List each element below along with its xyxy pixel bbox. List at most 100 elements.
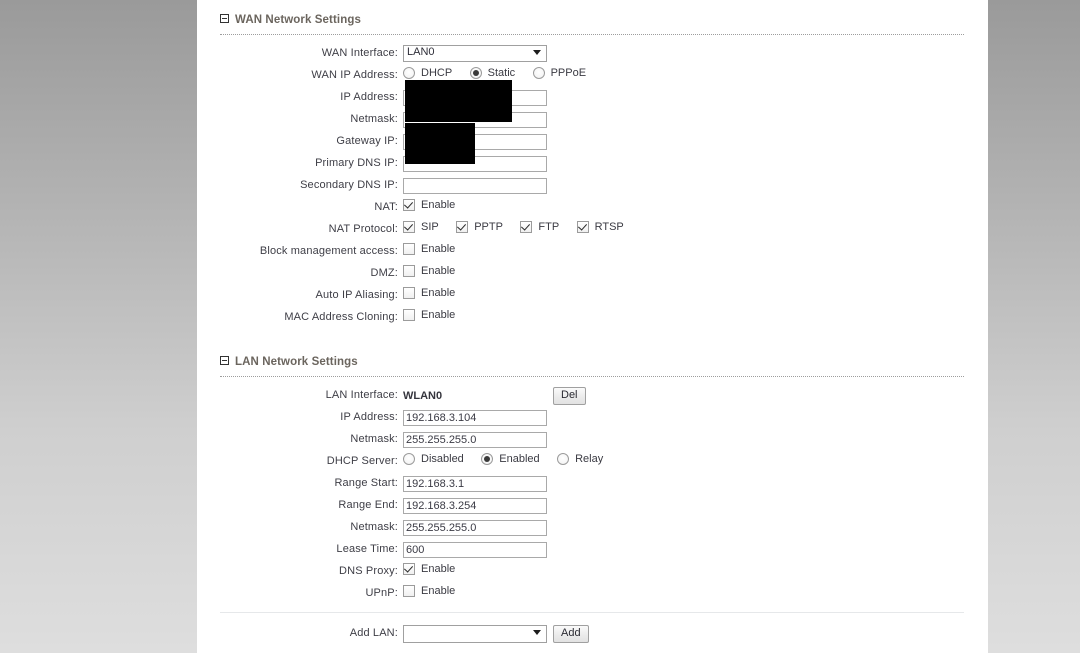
field-nat-protocol: SIP PPTP FTP RTSP (403, 220, 624, 238)
radio-option-dhcp[interactable]: DHCP (403, 67, 452, 79)
label-gateway-ip: Gateway IP: (336, 135, 398, 147)
checkbox-label-upnp: Enable (421, 585, 456, 597)
checkbox-pptp-icon[interactable] (456, 221, 469, 233)
radio-option-dhcp-relay[interactable]: Relay (557, 453, 603, 465)
radio-option-static[interactable]: Static (469, 67, 516, 79)
label-primary-dns-ip: Primary DNS IP: (315, 157, 398, 169)
label-wan-netmask: Netmask: (350, 113, 398, 125)
label-range-end: Range End: (338, 499, 398, 511)
checkbox-label-sip: SIP (421, 221, 439, 233)
field-mac-address-cloning: Enable (403, 308, 455, 326)
row-auto-ip-aliasing: Auto IP Aliasing: Enable (197, 284, 988, 306)
checkbox-block-management-access-icon[interactable] (403, 243, 415, 255)
label-lan-interface: LAN Interface: (325, 389, 398, 401)
row-wan-netmask: Netmask: (197, 108, 988, 130)
field-lan-ip-address (403, 408, 547, 426)
label-mac-address-cloning: MAC Address Cloning: (284, 311, 398, 323)
field-dhcp-server: Disabled Enabled Relay (403, 452, 603, 470)
radio-static-icon[interactable] (469, 67, 482, 79)
secondary-dns-ip-input[interactable] (403, 178, 547, 194)
checkbox-sip-icon[interactable] (403, 221, 415, 233)
row-dhcp-netmask: Netmask: (197, 516, 988, 538)
settings-page: WAN Network Settings WAN Interface: LAN0… (197, 0, 988, 653)
field-range-start (403, 474, 547, 492)
checkbox-option-pptp[interactable]: PPTP (456, 221, 503, 233)
radio-option-pppoe[interactable]: PPPoE (532, 67, 586, 79)
add-lan-button[interactable]: Add (553, 625, 589, 643)
dhcp-netmask-input[interactable] (403, 520, 547, 536)
checkbox-option-ftp[interactable]: FTP (520, 221, 559, 233)
add-lan-select[interactable] (403, 624, 547, 643)
label-secondary-dns-ip: Secondary DNS IP: (300, 179, 398, 191)
field-dns-proxy: Enable (403, 562, 455, 580)
field-add-lan-button: Add (553, 623, 589, 643)
checkbox-upnp-icon[interactable] (403, 585, 415, 597)
row-upnp: UPnP: Enable (197, 582, 988, 604)
field-secondary-dns-ip (403, 176, 547, 194)
checkbox-rtsp-icon[interactable] (576, 221, 589, 233)
label-dns-proxy: DNS Proxy: (339, 565, 398, 577)
checkbox-label-mac-address-cloning: Enable (421, 309, 456, 321)
row-lan-ip-address: IP Address: (197, 406, 988, 428)
checkbox-option-upnp[interactable]: Enable (403, 585, 455, 597)
label-dhcp-server: DHCP Server: (326, 455, 398, 467)
row-dmz: DMZ: Enable (197, 262, 988, 284)
checkbox-label-auto-ip-aliasing: Enable (421, 287, 456, 299)
label-add-lan: Add LAN: (349, 627, 398, 639)
row-primary-dns-ip: Primary DNS IP: (197, 152, 988, 174)
wan-interface-select-wrap[interactable]: LAN0 (403, 44, 547, 63)
lan-netmask-input[interactable] (403, 432, 547, 448)
radio-option-dhcp-disabled[interactable]: Disabled (403, 453, 464, 465)
row-gateway-ip: Gateway IP: (197, 130, 988, 152)
range-start-input[interactable] (403, 476, 547, 492)
checkbox-ftp-icon[interactable] (520, 221, 533, 233)
checkbox-option-dns-proxy[interactable]: Enable (403, 563, 455, 575)
checkbox-nat-icon[interactable] (403, 199, 415, 211)
radio-pppoe-icon[interactable] (532, 67, 545, 79)
radio-dhcp-icon[interactable] (403, 67, 415, 79)
checkbox-label-ftp: FTP (538, 221, 560, 233)
minus-collapse-icon-wan[interactable] (220, 14, 229, 24)
row-wan-ip-address: IP Address: (197, 86, 988, 108)
wan-form: WAN Interface: LAN0 WAN IP Address: DHCP… (197, 35, 988, 328)
radio-label-dhcp-relay: Relay (575, 453, 604, 465)
checkbox-option-block-management-access[interactable]: Enable (403, 243, 455, 255)
checkbox-auto-ip-aliasing-icon[interactable] (403, 287, 415, 299)
checkbox-option-sip[interactable]: SIP (403, 221, 439, 233)
checkbox-option-auto-ip-aliasing[interactable]: Enable (403, 287, 455, 299)
row-wan-ip-address-mode: WAN IP Address: DHCP Static PPPoE (197, 64, 988, 86)
lan-ip-address-input[interactable] (403, 410, 547, 426)
radio-dhcp-enabled-icon[interactable] (481, 453, 494, 465)
field-upnp: Enable (403, 584, 455, 602)
row-add-lan: Add LAN: Add (197, 622, 988, 644)
field-range-end (403, 496, 547, 514)
section-header-wan: WAN Network Settings (220, 0, 988, 31)
label-range-start: Range Start: (334, 477, 398, 489)
wan-interface-select[interactable] (403, 45, 547, 63)
checkbox-dmz-icon[interactable] (403, 265, 415, 277)
row-nat: NAT: Enable (197, 196, 988, 218)
radio-label-static: Static (487, 67, 516, 79)
minus-collapse-icon-lan[interactable] (220, 356, 229, 366)
label-upnp: UPnP: (365, 587, 398, 599)
checkbox-option-rtsp[interactable]: RTSP (576, 221, 624, 233)
radio-dhcp-disabled-icon[interactable] (403, 453, 415, 465)
field-nat: Enable (403, 198, 455, 216)
range-end-input[interactable] (403, 498, 547, 514)
row-dhcp-server: DHCP Server: Disabled Enabled Relay (197, 450, 988, 472)
checkbox-dns-proxy-icon[interactable] (403, 563, 415, 575)
checkbox-option-dmz[interactable]: Enable (403, 265, 455, 277)
lease-time-input[interactable] (403, 542, 547, 558)
checkbox-option-mac-address-cloning[interactable]: Enable (403, 309, 455, 321)
radio-label-dhcp: DHCP (421, 67, 453, 79)
field-lan-del: Del (553, 385, 586, 405)
checkbox-mac-address-cloning-icon[interactable] (403, 309, 415, 321)
add-lan-select-wrap[interactable] (403, 624, 547, 643)
checkbox-option-nat[interactable]: Enable (403, 199, 455, 211)
radio-dhcp-relay-icon[interactable] (557, 453, 570, 465)
del-lan-button[interactable]: Del (553, 387, 586, 405)
label-wan-ip-address: WAN IP Address: (311, 69, 398, 81)
checkbox-label-block-management-access: Enable (421, 243, 456, 255)
redaction-bar-primary-dns-ip (405, 142, 475, 164)
radio-option-dhcp-enabled[interactable]: Enabled (481, 453, 540, 465)
